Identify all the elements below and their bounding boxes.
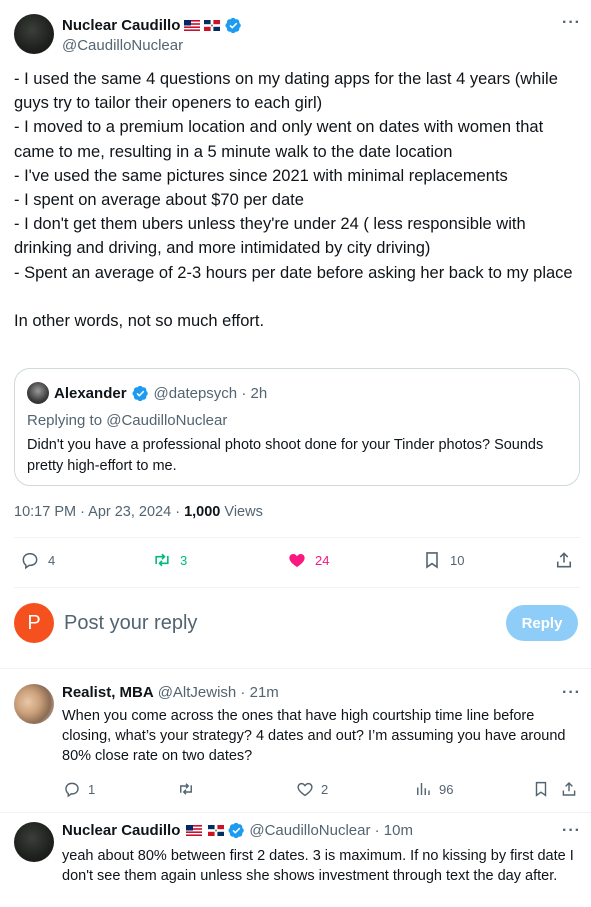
share-action[interactable] — [560, 780, 578, 798]
share-action[interactable] — [554, 550, 574, 570]
reply-author-name[interactable]: Nuclear Caudillo — [62, 822, 180, 839]
retweet-action[interactable]: 3 — [152, 550, 187, 570]
views-count: 1,000 — [184, 504, 221, 520]
bookmark-icon — [426, 552, 438, 569]
reply-text: When you come across the ones that have … — [62, 708, 566, 764]
author-name-line: Nuclear Caudillo — [62, 17, 242, 34]
reply-author-name[interactable]: Realist, MBA — [62, 684, 154, 701]
like-action[interactable]: 2 — [296, 780, 328, 798]
dominican-flag-icon — [208, 825, 224, 836]
us-flag-icon — [186, 825, 202, 836]
reply-handle-time: @AltJewish · 21m — [157, 684, 279, 701]
like-count: 2 — [321, 781, 329, 797]
reply-text: yeah about 80% between first 2 dates. 3 … — [62, 848, 574, 884]
reply-header: Nuclear Caudillo @CaudilloNuclear · 10m — [62, 822, 413, 839]
like-action[interactable]: 24 — [287, 550, 329, 570]
bookmark-action[interactable] — [532, 780, 550, 798]
more-options-icon[interactable]: ··· — [562, 14, 581, 32]
tweet-actions: 4 3 24 10 — [14, 550, 580, 574]
verified-badge-icon — [228, 822, 245, 839]
views-count: 96 — [439, 781, 454, 797]
more-options-icon[interactable]: ··· — [562, 684, 581, 702]
us-flag-icon — [184, 20, 200, 31]
verified-badge-icon — [225, 17, 242, 34]
reply-tweet[interactable]: Nuclear Caudillo @CaudilloNuclear · 10m … — [14, 822, 580, 907]
reply-author-avatar[interactable] — [14, 684, 54, 724]
bookmark-count: 10 — [450, 552, 465, 568]
divider — [0, 812, 591, 813]
dominican-flag-icon — [204, 20, 220, 31]
retweet-action[interactable] — [177, 780, 202, 798]
heart-icon — [297, 782, 313, 797]
quoted-handle-time: @datepsych · 2h — [153, 384, 268, 402]
speech-bubble-icon — [22, 553, 38, 570]
retweet-arrows-icon — [180, 783, 192, 795]
more-options-icon[interactable]: ··· — [562, 822, 581, 840]
share-upload-icon — [562, 781, 576, 796]
verified-badge-icon — [132, 385, 149, 402]
quoted-author-avatar — [27, 382, 49, 404]
tweet-timestamp[interactable]: 10:17 PM · Apr 23, 2024 · — [14, 504, 184, 520]
reply-count: 4 — [48, 552, 56, 568]
quoted-tweet-header: Alexander @datepsych · 2h — [27, 382, 267, 404]
replying-to: Replying to @CaudilloNuclear — [27, 412, 227, 429]
divider — [14, 537, 580, 538]
reply-action[interactable]: 4 — [20, 550, 55, 570]
like-count: 24 — [315, 552, 330, 568]
retweet-count: 3 — [180, 552, 188, 568]
reply-handle-time: @CaudilloNuclear · 10m — [249, 822, 413, 839]
views-action[interactable]: 96 — [414, 780, 453, 798]
quoted-author-name: Alexander — [54, 384, 127, 402]
current-user-avatar[interactable]: P — [14, 603, 54, 643]
views-label: Views — [220, 504, 263, 520]
replying-to-prefix: Replying to — [27, 412, 107, 429]
author-name[interactable]: Nuclear Caudillo — [62, 17, 180, 34]
bar-chart-icon — [417, 783, 430, 795]
reply-composer: P Post your reply Reply — [14, 603, 580, 643]
speech-bubble-icon — [65, 782, 79, 798]
reply-actions: 1 2 96 — [62, 780, 580, 798]
divider — [14, 587, 580, 588]
tweet-text: - I used the same 4 questions on my dati… — [14, 70, 573, 331]
quoted-tweet-text: Didn't you have a professional photo sho… — [27, 437, 544, 474]
reply-header: Realist, MBA @AltJewish · 21m — [62, 684, 279, 701]
heart-icon — [289, 554, 305, 568]
quoted-tweet[interactable]: Alexander @datepsych · 2h Replying to @C… — [14, 368, 580, 486]
tweet-header: Nuclear Caudillo @CaudilloNuclear ··· — [14, 14, 580, 54]
divider — [0, 668, 591, 669]
reply-count: 1 — [88, 781, 96, 797]
author-handle[interactable]: @CaudilloNuclear — [62, 37, 183, 54]
share-upload-icon — [556, 552, 572, 568]
reply-input[interactable]: Post your reply — [64, 612, 197, 635]
tweet-metadata: 10:17 PM · Apr 23, 2024 · 1,000 Views — [14, 504, 263, 520]
retweet-arrows-icon — [155, 553, 169, 567]
bookmark-icon — [535, 781, 547, 797]
reply-tweet[interactable]: Realist, MBA @AltJewish · 21m ··· When y… — [14, 684, 580, 804]
reply-button[interactable]: Reply — [506, 605, 578, 641]
replying-to-handle: @CaudilloNuclear — [106, 412, 228, 429]
author-avatar[interactable] — [14, 14, 54, 54]
bookmark-action[interactable]: 10 — [422, 550, 464, 570]
reply-author-avatar[interactable] — [14, 822, 54, 862]
reply-action[interactable]: 1 — [63, 780, 95, 798]
